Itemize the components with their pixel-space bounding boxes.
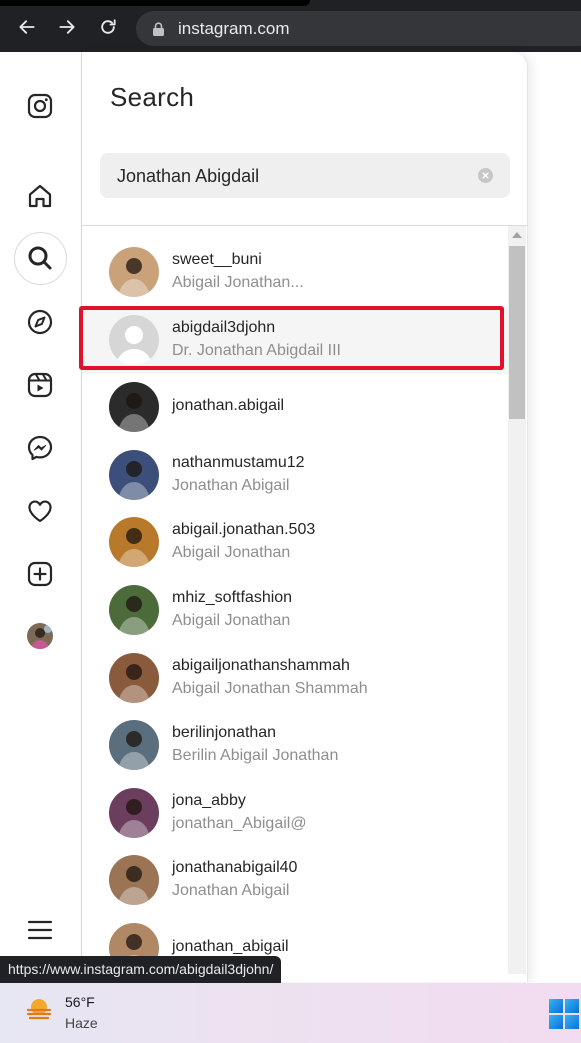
user-avatar (109, 247, 159, 297)
result-username: jona_abby (172, 791, 246, 809)
result-full-name: Jonathan Abigail (172, 882, 290, 900)
result-full-name: Berilin Abigail Jonathan (172, 747, 339, 765)
address-bar[interactable]: instagram.com (136, 11, 581, 46)
menu-icon[interactable] (26, 916, 54, 944)
result-full-name: Abigail Jonathan (172, 544, 291, 562)
result-username: abigdail3djohn (172, 318, 276, 336)
browser-toolbar: instagram.com (0, 0, 581, 52)
back-button[interactable] (15, 15, 39, 39)
search-results-list: sweet__buni Abigail Jonathan... abigdail3d… (82, 226, 508, 982)
result-full-name: Dr. Jonathan Abigdail III (172, 341, 341, 359)
search-result-item[interactable]: nathanmustamu12 Jonathan Abigail (82, 442, 508, 509)
heart-icon[interactable] (26, 497, 54, 525)
messenger-icon[interactable] (26, 434, 54, 462)
forward-button[interactable] (55, 15, 79, 39)
home-icon[interactable] (26, 182, 54, 210)
result-username: mhiz_softfashion (172, 589, 293, 606)
user-avatar (109, 449, 159, 500)
result-username: berilinjonathan (172, 724, 277, 742)
clear-search-button[interactable] (478, 168, 493, 183)
scrollbar[interactable] (508, 226, 526, 974)
weather-temperature[interactable]: 56°F (65, 994, 95, 1010)
search-result-item[interactable]: jonathanabigail40 Jonathan Abigail (82, 847, 508, 914)
search-panel: Search sweet__buni Abigail Jonathan... abi… (82, 52, 528, 982)
explore-icon[interactable] (26, 308, 54, 336)
search-result-item[interactable]: sweet__buni Abigail Jonathan... (82, 239, 508, 306)
user-avatar (109, 855, 159, 906)
reload-button[interactable] (96, 15, 120, 39)
profile-avatar[interactable] (27, 623, 53, 649)
scrollbar-thumb[interactable] (509, 246, 525, 419)
result-username: jonathanabigail40 (172, 859, 298, 877)
windows-start-icon[interactable] (549, 999, 579, 1029)
user-avatar (109, 787, 159, 838)
arrow-right-icon (59, 20, 75, 34)
arrow-left-icon (19, 20, 35, 34)
result-username: nathanmustamu12 (172, 453, 305, 471)
weather-condition[interactable]: Haze (65, 1015, 98, 1031)
url-text: instagram.com (178, 19, 290, 38)
search-icon[interactable] (26, 244, 54, 272)
search-result-item[interactable]: abigdail3djohn Dr. Jonathan Abigdail III (82, 306, 508, 374)
status-link-url: https://www.instagram.com/abigdail3djohn… (0, 956, 282, 983)
result-full-name: Abigail Jonathan... (172, 274, 304, 291)
search-input[interactable] (117, 165, 467, 187)
result-username: sweet__buni (172, 251, 262, 268)
default-avatar (109, 314, 159, 365)
search-result-item[interactable]: jona_abby jonathan_Abigail@ (82, 780, 508, 847)
close-icon (482, 172, 489, 179)
result-username: abigailjonathanshammah (172, 656, 350, 674)
result-username: abigail.jonathan.503 (172, 521, 316, 539)
search-result-item[interactable]: jonathan.abigail (82, 374, 508, 441)
lock-icon (153, 22, 164, 36)
result-full-name: jonathan_Abigail@ (172, 814, 307, 832)
left-nav-rail (0, 52, 82, 982)
user-avatar (109, 652, 159, 703)
search-result-item[interactable]: berilinjonathan Berilin Abigail Jonathan (82, 712, 508, 779)
user-avatar (109, 517, 159, 568)
taskbar: 56°F Haze (0, 983, 581, 1043)
search-field[interactable] (100, 153, 510, 198)
instagram-logo-icon[interactable] (26, 92, 54, 120)
create-icon[interactable] (26, 560, 54, 588)
reload-icon (101, 19, 116, 34)
haze-sun-icon[interactable] (25, 995, 53, 1023)
search-panel-title: Search (110, 82, 195, 112)
search-result-item[interactable]: abigailjonathanshammah Abigail Jonathan S… (82, 645, 508, 712)
result-username: jonathan.abigail (172, 397, 285, 415)
result-full-name: Abigail Jonathan (172, 612, 291, 629)
tab-strip (0, 0, 310, 6)
result-full-name: Abigail Jonathan Shammah (172, 679, 368, 697)
result-username: jonathan_abigail (172, 938, 289, 955)
user-avatar (109, 382, 159, 433)
search-result-item[interactable]: abigail.jonathan.503 Abigail Jonathan (82, 509, 508, 576)
user-avatar (109, 585, 159, 635)
result-full-name: Jonathan Abigail (172, 476, 290, 494)
scroll-up-arrow-icon[interactable] (512, 232, 522, 238)
reels-icon[interactable] (26, 371, 54, 399)
user-avatar (109, 720, 159, 771)
search-result-item[interactable]: mhiz_softfashion Abigail Jonathan (82, 577, 508, 644)
